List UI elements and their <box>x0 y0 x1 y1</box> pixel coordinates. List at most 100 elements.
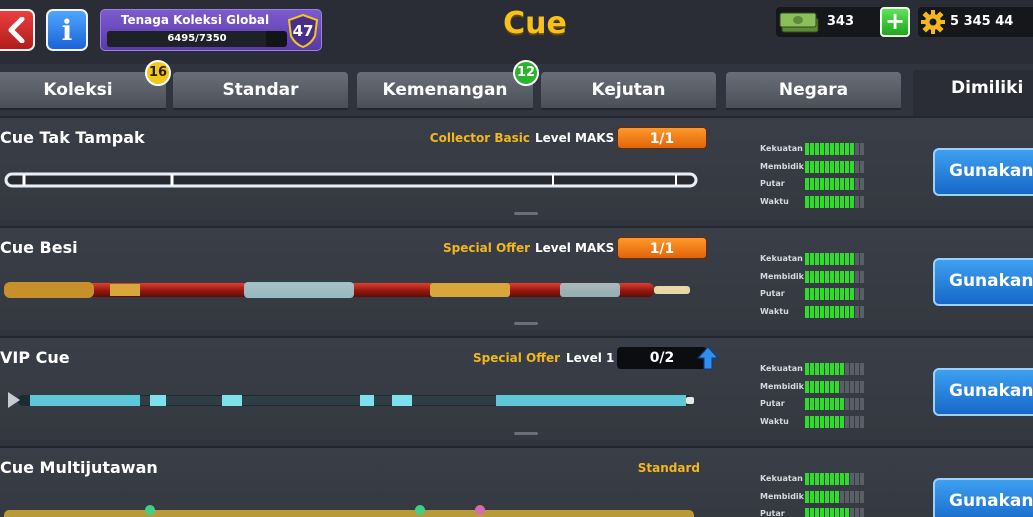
use-button[interactable]: Gunakan <box>933 258 1033 306</box>
stat-segment <box>850 143 854 155</box>
cue-stick-image <box>4 505 694 517</box>
stat-segment <box>805 473 809 485</box>
stat-segment <box>855 305 859 318</box>
stat-segment <box>825 415 829 428</box>
stat-segment <box>810 398 814 410</box>
add-cash-button[interactable]: + <box>880 7 910 37</box>
cue-row: Cue Besi Special Offer Level MAKS 1/1 Ke… <box>0 226 1033 330</box>
cue-list: Cue Tak Tampak Collector Basic Level MAK… <box>0 116 1033 517</box>
info-button[interactable]: i <box>46 9 88 51</box>
stat-segment <box>850 305 854 318</box>
stat-segment <box>840 178 844 190</box>
stat-segment <box>835 508 839 517</box>
stat-segment <box>820 473 824 485</box>
use-button[interactable]: Gunakan <box>933 478 1033 517</box>
collection-title: Tenaga Koleksi Global <box>120 13 270 27</box>
stat-label: Putar <box>760 179 785 188</box>
stat-segment <box>830 415 834 428</box>
stat-segment <box>850 508 854 517</box>
stat-label: Waktu <box>760 416 789 426</box>
stat-segment <box>825 253 829 265</box>
stat-segment <box>840 508 844 517</box>
info-icon: i <box>61 13 73 47</box>
stat-segment <box>840 253 844 265</box>
cue-stats: Kekuatan Membidik Putar Waktu <box>760 142 880 212</box>
tab-dimiliki[interactable]: Dimiliki <box>913 70 1033 116</box>
stat-row: Putar <box>760 507 880 517</box>
stat-segment <box>845 160 849 173</box>
stat-segment <box>805 398 809 410</box>
stat-segment <box>815 508 819 517</box>
stat-bar <box>805 288 864 300</box>
stat-segment <box>810 178 814 190</box>
stat-row: Putar <box>760 397 880 415</box>
cue-level-pill: 0/2 <box>617 347 707 369</box>
stat-segment <box>825 490 829 503</box>
stat-segment <box>810 363 814 375</box>
tab-koleksi[interactable]: Koleksi <box>0 72 166 110</box>
stat-segment <box>805 380 809 393</box>
cash-value: 343 <box>826 14 854 29</box>
stat-label: Putar <box>760 509 785 517</box>
collection-power-panel[interactable]: Tenaga Koleksi Global 6495/7350 47 <box>100 9 322 51</box>
back-button[interactable] <box>0 9 35 51</box>
tab-standar[interactable]: Standar <box>173 72 348 110</box>
stat-segment <box>835 143 839 155</box>
stat-segment <box>850 398 854 410</box>
level-shield-badge: 47 <box>287 14 319 48</box>
upgrade-arrow-icon[interactable] <box>697 346 719 370</box>
stat-segment <box>815 305 819 318</box>
stat-segment <box>825 305 829 318</box>
stat-segment <box>855 398 859 410</box>
stat-segment <box>825 195 829 208</box>
stat-segment <box>860 398 864 410</box>
stat-segment <box>840 415 844 428</box>
tab-label: Kemenangan <box>382 80 508 100</box>
stat-segment <box>845 270 849 283</box>
stat-segment <box>855 288 859 300</box>
stat-segment <box>860 490 864 503</box>
stat-bar <box>805 195 864 208</box>
stat-segment <box>830 490 834 503</box>
stat-segment <box>810 305 814 318</box>
stat-segment <box>830 363 834 375</box>
stat-segment <box>810 195 814 208</box>
stat-segment <box>820 415 824 428</box>
tab-kejutan[interactable]: Kejutan <box>541 72 716 110</box>
gear-coin-icon <box>921 10 945 34</box>
stat-bar <box>805 253 864 265</box>
stat-segment <box>815 195 819 208</box>
cue-name: Cue Multijutawan <box>0 458 158 477</box>
stat-segment <box>830 398 834 410</box>
stat-segment <box>835 253 839 265</box>
stat-segment <box>835 160 839 173</box>
stat-row: Putar <box>760 287 880 305</box>
use-button[interactable]: Gunakan <box>933 148 1033 196</box>
tab-label: Koleksi <box>43 80 113 100</box>
cue-stick-image <box>4 172 698 188</box>
stat-segment <box>830 178 834 190</box>
stat-segment <box>860 380 864 393</box>
tab-kemenangan[interactable]: Kemenangan <box>357 72 533 110</box>
chevron-left-icon <box>8 17 24 43</box>
stat-segment <box>805 415 809 428</box>
stat-row: Kekuatan <box>760 472 880 490</box>
stat-segment <box>835 473 839 485</box>
stat-segment <box>815 490 819 503</box>
stat-segment <box>840 143 844 155</box>
stat-segment <box>840 473 844 485</box>
tab-negara[interactable]: Negara <box>726 72 901 110</box>
stat-segment <box>820 508 824 517</box>
stat-segment <box>825 380 829 393</box>
stat-segment <box>835 380 839 393</box>
stat-segment <box>860 363 864 375</box>
stat-segment <box>825 270 829 283</box>
stat-segment <box>805 178 809 190</box>
stat-segment <box>805 508 809 517</box>
stat-bar <box>805 160 864 173</box>
stat-row: Membidik <box>760 380 880 398</box>
use-button[interactable]: Gunakan <box>933 368 1033 416</box>
stat-segment <box>855 473 859 485</box>
stat-bar <box>805 415 864 428</box>
stat-segment <box>835 305 839 318</box>
